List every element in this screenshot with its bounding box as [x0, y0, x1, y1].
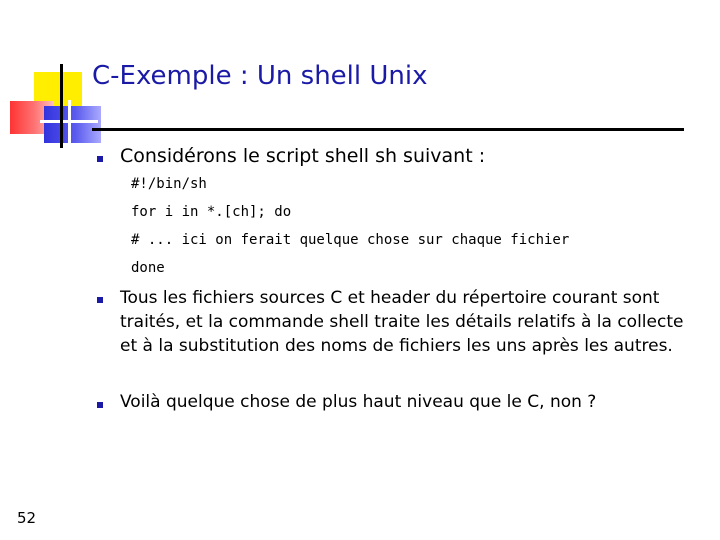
decor-blue-square: [44, 106, 101, 143]
page-number: 52: [17, 509, 37, 527]
title-underline: [92, 128, 684, 131]
bullet-text: Considérons le script shell sh suivant :: [120, 145, 486, 167]
bullet-marker: [97, 297, 103, 303]
bullet-marker: [97, 156, 103, 162]
bullet-marker: [97, 402, 103, 408]
code-line: for i in *.[ch]; do: [131, 204, 292, 220]
code-line: # ... ici on ferait quelque chose sur ch…: [131, 232, 570, 248]
code-line: #!/bin/sh: [131, 176, 207, 192]
slide-title: C-Exemple : Un shell Unix: [92, 61, 428, 91]
bullet-text: Tous les fichiers sources C et header du…: [120, 288, 684, 356]
title-vertical-rule: [60, 64, 63, 148]
code-line: done: [131, 260, 165, 276]
decor-white-bar: [68, 100, 71, 145]
bullet-text: Voilà quelque chose de plus haut niveau …: [120, 392, 597, 412]
